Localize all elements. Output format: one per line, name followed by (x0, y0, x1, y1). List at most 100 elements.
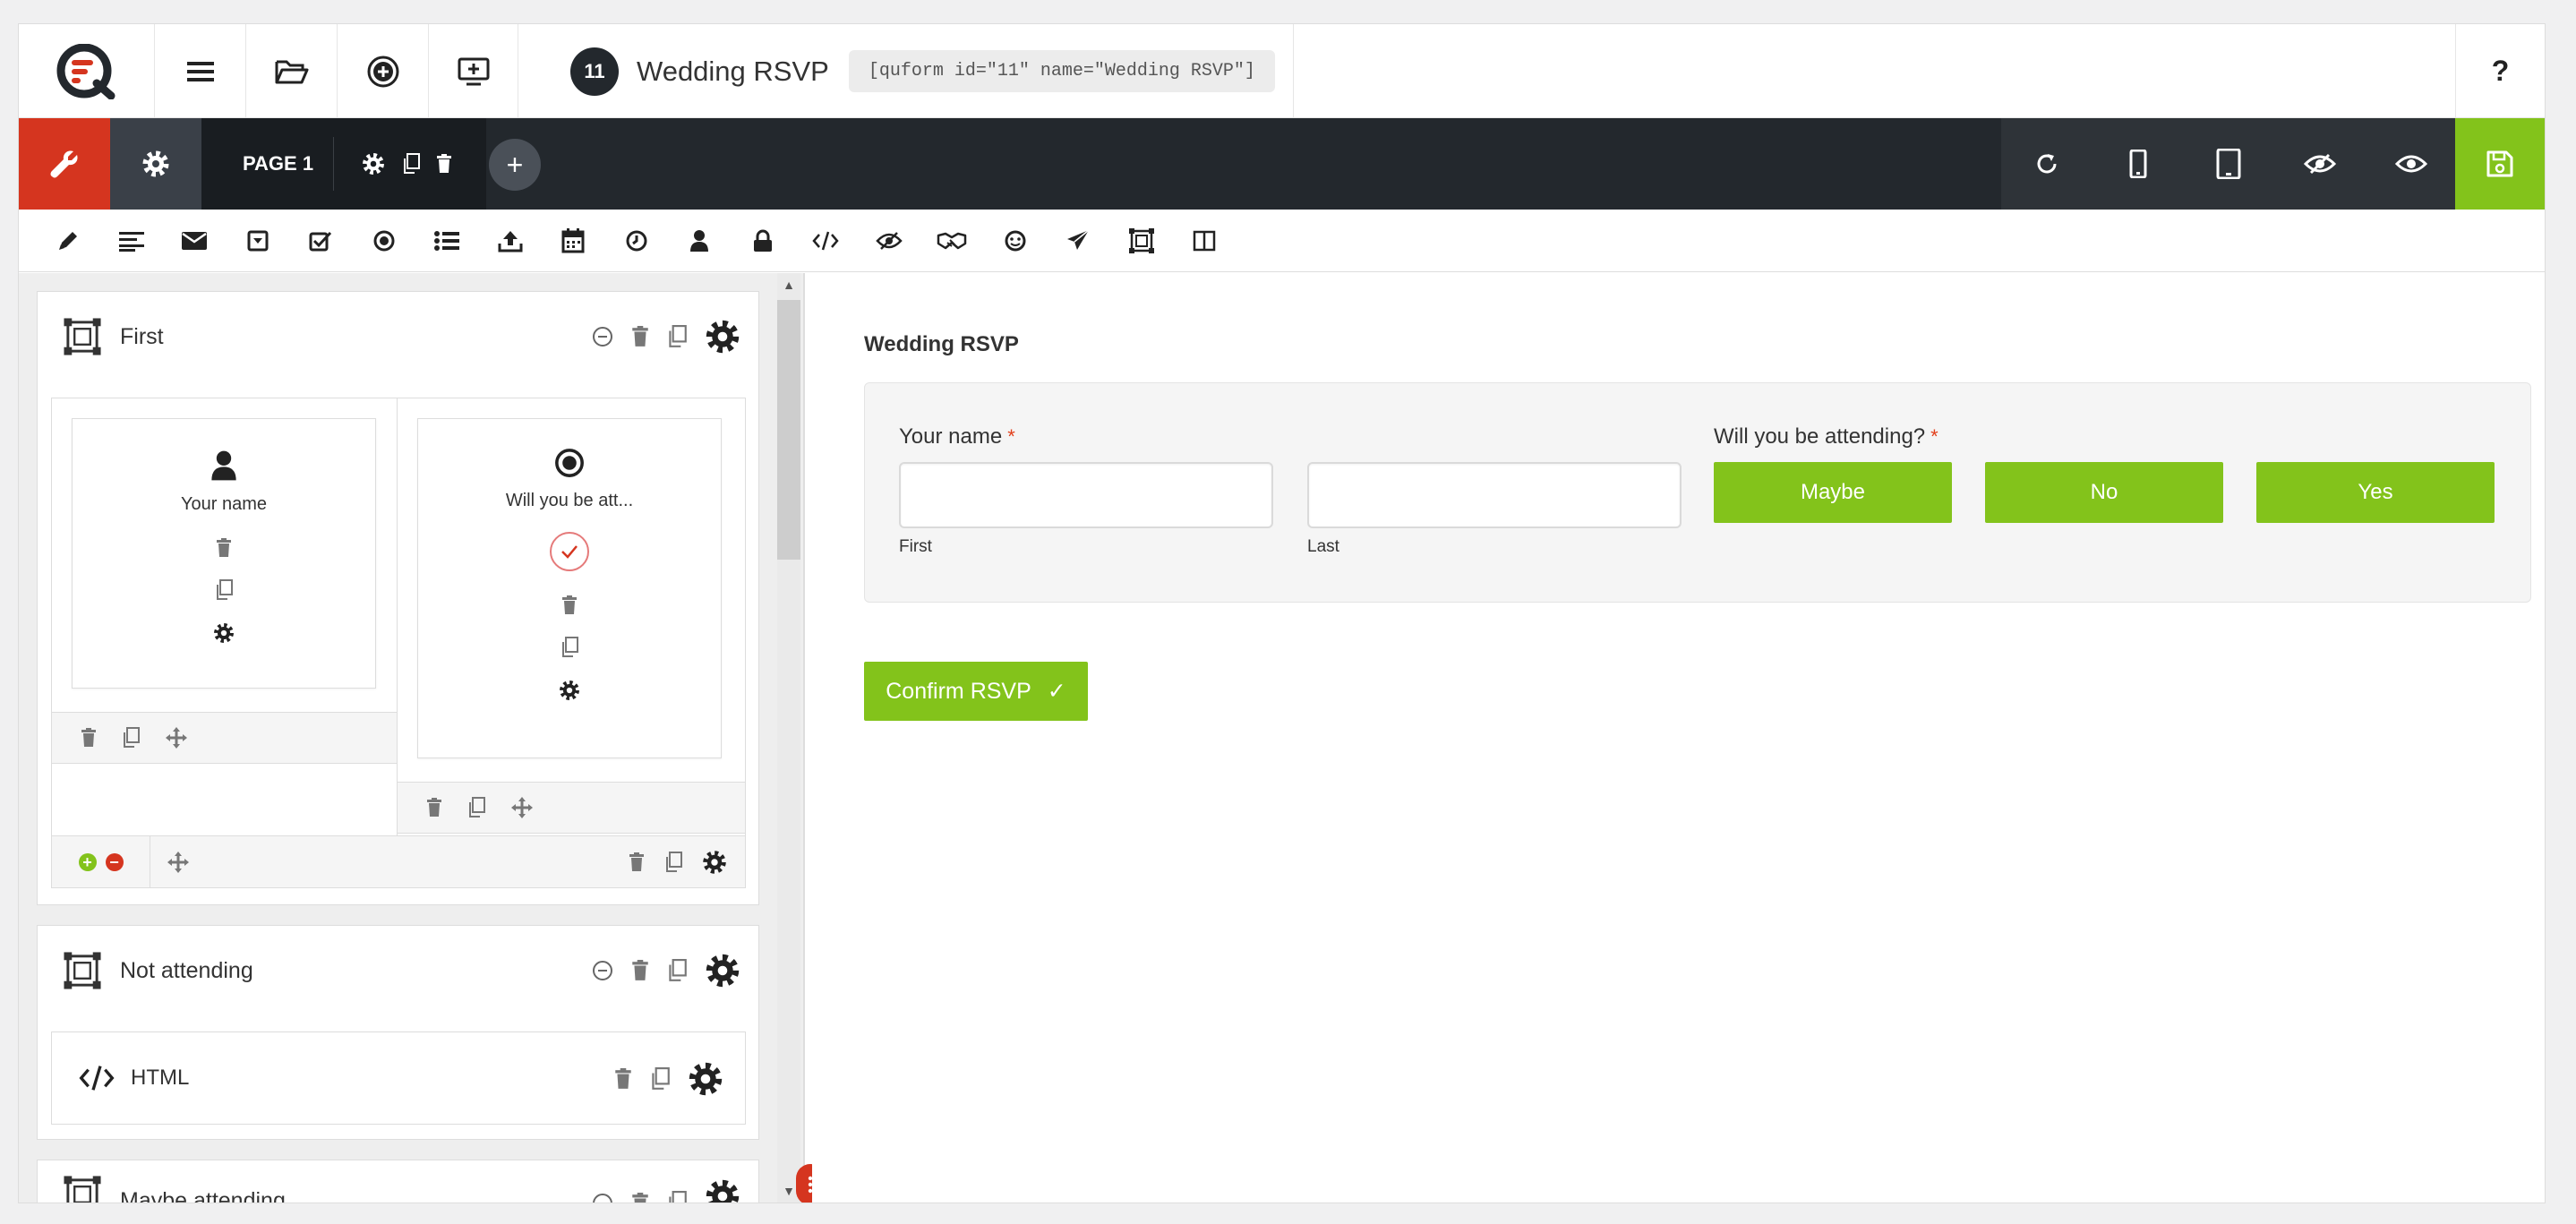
calendar-icon[interactable] (542, 210, 605, 272)
captcha-icon[interactable] (984, 210, 1048, 272)
name-label-wrap: Your name * (899, 424, 1015, 449)
preview-icon[interactable] (2366, 118, 2457, 210)
name-icon[interactable] (668, 210, 732, 272)
hidden-icon[interactable] (858, 210, 921, 272)
duplicate-icon[interactable] (650, 1067, 670, 1091)
duplicate-icon[interactable] (215, 579, 233, 601)
folder-open-icon[interactable] (246, 24, 338, 118)
group-settings-gear-icon[interactable] (705, 319, 740, 355)
checkbox-icon[interactable] (289, 210, 353, 272)
email-icon[interactable] (163, 210, 227, 272)
delete-icon[interactable] (216, 538, 232, 558)
confirm-rsvp-button[interactable]: Confirm RSVP ✓ (864, 662, 1088, 721)
scrollbar-thumb[interactable] (777, 300, 800, 560)
radio-icon[interactable] (353, 210, 416, 272)
add-form-icon[interactable] (338, 24, 429, 118)
scroll-up-icon[interactable]: ▲ (777, 273, 800, 296)
wrench-icon[interactable] (19, 118, 110, 210)
handshake-icon[interactable] (920, 210, 984, 272)
group-not-attending[interactable]: Not attending HTML (37, 925, 759, 1140)
element-will-you-be-attending[interactable]: Will you be att... (417, 418, 722, 758)
delete-icon[interactable] (426, 798, 442, 817)
column-1: Your name (52, 398, 398, 835)
collapse-icon[interactable] (592, 960, 613, 981)
textarea-icon[interactable] (100, 210, 164, 272)
group-maybe-attending[interactable]: Maybe attending (37, 1160, 759, 1203)
element-label: Will you be att... (505, 491, 634, 510)
group-icon (63, 1175, 102, 1203)
embed-icon[interactable] (429, 24, 518, 118)
delete-icon[interactable] (631, 1193, 649, 1203)
collapse-icon[interactable] (592, 1193, 613, 1203)
page-settings-gear-icon[interactable] (361, 151, 386, 176)
add-column-icon[interactable]: + (78, 853, 97, 871)
quform-logo[interactable] (19, 24, 155, 118)
preview-tools (2001, 118, 2457, 210)
upload-icon[interactable] (479, 210, 543, 272)
element-label: Your name (181, 494, 267, 514)
duplicate-icon[interactable] (467, 797, 485, 818)
pencil-icon[interactable] (37, 210, 100, 272)
page-delete-icon[interactable] (436, 154, 452, 174)
column-icon[interactable] (1173, 210, 1237, 272)
column-row: Your name Will you be att... + − (51, 398, 746, 888)
delete-icon[interactable] (629, 852, 645, 872)
move-icon[interactable] (510, 796, 534, 819)
help-button[interactable]: ? (2455, 24, 2545, 118)
duplicate-icon[interactable] (667, 325, 687, 348)
row-settings-gear-icon[interactable] (702, 850, 727, 875)
choice-no-button[interactable]: No (1985, 462, 2223, 523)
duplicate-icon[interactable] (667, 1191, 687, 1203)
first-name-input[interactable] (899, 462, 1273, 528)
last-sublabel: Last (1307, 537, 1339, 556)
shortcode[interactable]: [quform id="11" name="Wedding RSVP"] (848, 50, 1275, 92)
delete-icon[interactable] (561, 595, 578, 615)
form-settings-gear-icon[interactable] (110, 118, 201, 210)
duplicate-icon[interactable] (664, 852, 682, 873)
add-page-button[interactable]: + (489, 139, 541, 191)
clock-icon[interactable] (605, 210, 669, 272)
element-html[interactable]: HTML (51, 1031, 746, 1125)
tab-page-1[interactable]: PAGE 1 (201, 118, 486, 210)
required-marker: * (1007, 425, 1015, 448)
list-icon[interactable] (415, 210, 479, 272)
save-icon[interactable] (2455, 118, 2545, 210)
delete-icon[interactable] (614, 1068, 632, 1090)
group-icon[interactable] (1110, 210, 1174, 272)
move-icon[interactable] (165, 726, 188, 749)
delete-icon[interactable] (81, 728, 97, 748)
duplicate-icon[interactable] (122, 727, 140, 749)
menu-icon[interactable] (155, 24, 246, 118)
conditional-logic-check-icon[interactable] (549, 531, 590, 572)
group-title: Maybe attending (120, 1188, 286, 1203)
page-duplicate-icon[interactable] (402, 153, 421, 175)
collapse-icon[interactable] (592, 326, 613, 347)
password-icon[interactable] (732, 210, 795, 272)
duplicate-icon[interactable] (561, 637, 578, 658)
last-name-input[interactable] (1307, 462, 1682, 528)
choice-yes-button[interactable]: Yes (2256, 462, 2495, 523)
refresh-icon[interactable] (2001, 118, 2092, 210)
group-settings-gear-icon[interactable] (705, 1178, 740, 1203)
move-icon[interactable] (167, 851, 190, 874)
group-first[interactable]: First Your name Will you be att... + − (37, 291, 759, 905)
element-settings-gear-icon[interactable] (559, 680, 580, 701)
element-settings-gear-icon[interactable] (213, 622, 235, 644)
choice-maybe-button[interactable]: Maybe (1714, 462, 1952, 523)
phone-icon[interactable] (2092, 118, 2184, 210)
hide-preview-icon[interactable] (2274, 118, 2366, 210)
submit-icon[interactable] (1047, 210, 1110, 272)
select-icon[interactable] (227, 210, 290, 272)
page-label: PAGE 1 (243, 152, 314, 175)
delete-icon[interactable] (631, 326, 649, 347)
group-settings-gear-icon[interactable] (705, 953, 740, 989)
attending-label-wrap: Will you be attending? * (1714, 424, 1938, 449)
delete-icon[interactable] (631, 960, 649, 981)
element-your-name[interactable]: Your name (72, 418, 376, 689)
radio-icon (554, 448, 585, 478)
html-icon[interactable] (794, 210, 858, 272)
element-settings-gear-icon[interactable] (688, 1061, 723, 1097)
tablet-icon[interactable] (2184, 118, 2275, 210)
duplicate-icon[interactable] (667, 959, 687, 982)
remove-column-icon[interactable]: − (105, 853, 124, 871)
